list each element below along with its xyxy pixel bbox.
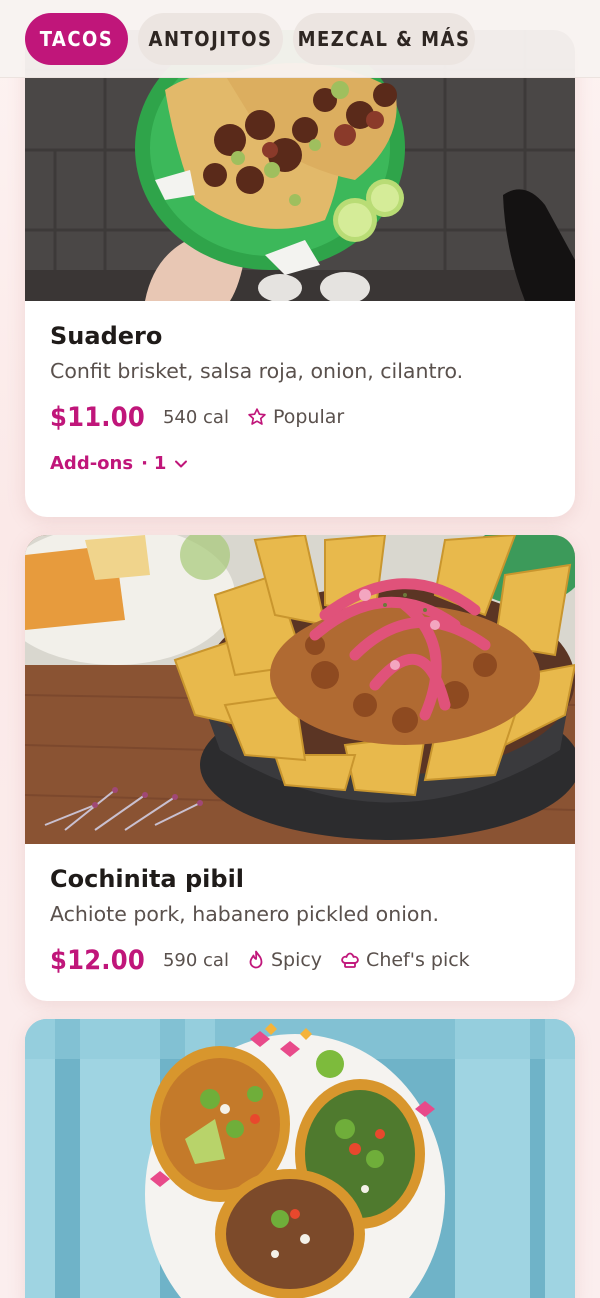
addons-separator: · xyxy=(141,453,148,474)
chef-hat-icon xyxy=(341,952,359,968)
tab-tacos[interactable]: TACOS xyxy=(25,12,128,65)
addons-label: Add-ons xyxy=(50,453,134,474)
tab-antojitos[interactable]: ANTOJITOS xyxy=(138,12,283,65)
tag-popular: Popular xyxy=(247,406,344,428)
dish-meta: $11.00 540 cal Popular xyxy=(50,401,550,433)
chevron-down-icon xyxy=(175,460,188,467)
dish-photo xyxy=(25,535,575,844)
menu-item-card[interactable]: Cochinita pibil Achiote pork, habanero p… xyxy=(25,535,575,1001)
dish-name: Suadero xyxy=(50,322,163,350)
dish-name: Cochinita pibil xyxy=(50,865,245,893)
menu-item-card[interactable]: Suadero Confit brisket, salsa roja, onio… xyxy=(25,30,575,517)
tag-chefs-pick: Chef's pick xyxy=(340,949,470,971)
dish-price: $12.00 xyxy=(50,944,145,976)
addons-toggle[interactable]: Add-ons · 1 xyxy=(50,453,550,474)
tag-label: Chef's pick xyxy=(366,949,470,971)
dish-calories: 590 cal xyxy=(162,949,229,971)
category-tabbar: TACOS ANTOJITOS MEZCAL & MÁS xyxy=(0,0,600,78)
dish-meta: $12.00 590 cal Spicy Chef's pick xyxy=(50,944,550,976)
dish-description: Confit brisket, salsa roja, onion, cilan… xyxy=(50,359,464,383)
dish-photo xyxy=(25,1019,575,1298)
addons-count: 1 xyxy=(153,453,167,474)
menu-item-card[interactable] xyxy=(25,1019,575,1298)
tab-mezcal[interactable]: MEZCAL & MÁS xyxy=(293,12,475,65)
tag-spicy: Spicy xyxy=(247,949,322,971)
dish-calories: 540 cal xyxy=(162,406,229,428)
tag-label: Spicy xyxy=(270,949,323,971)
star-icon xyxy=(248,408,266,425)
dish-price: $11.00 xyxy=(50,401,145,433)
dish-description: Achiote pork, habanero pickled onion. xyxy=(50,902,439,926)
tag-label: Popular xyxy=(272,406,345,428)
flame-icon xyxy=(249,950,263,969)
